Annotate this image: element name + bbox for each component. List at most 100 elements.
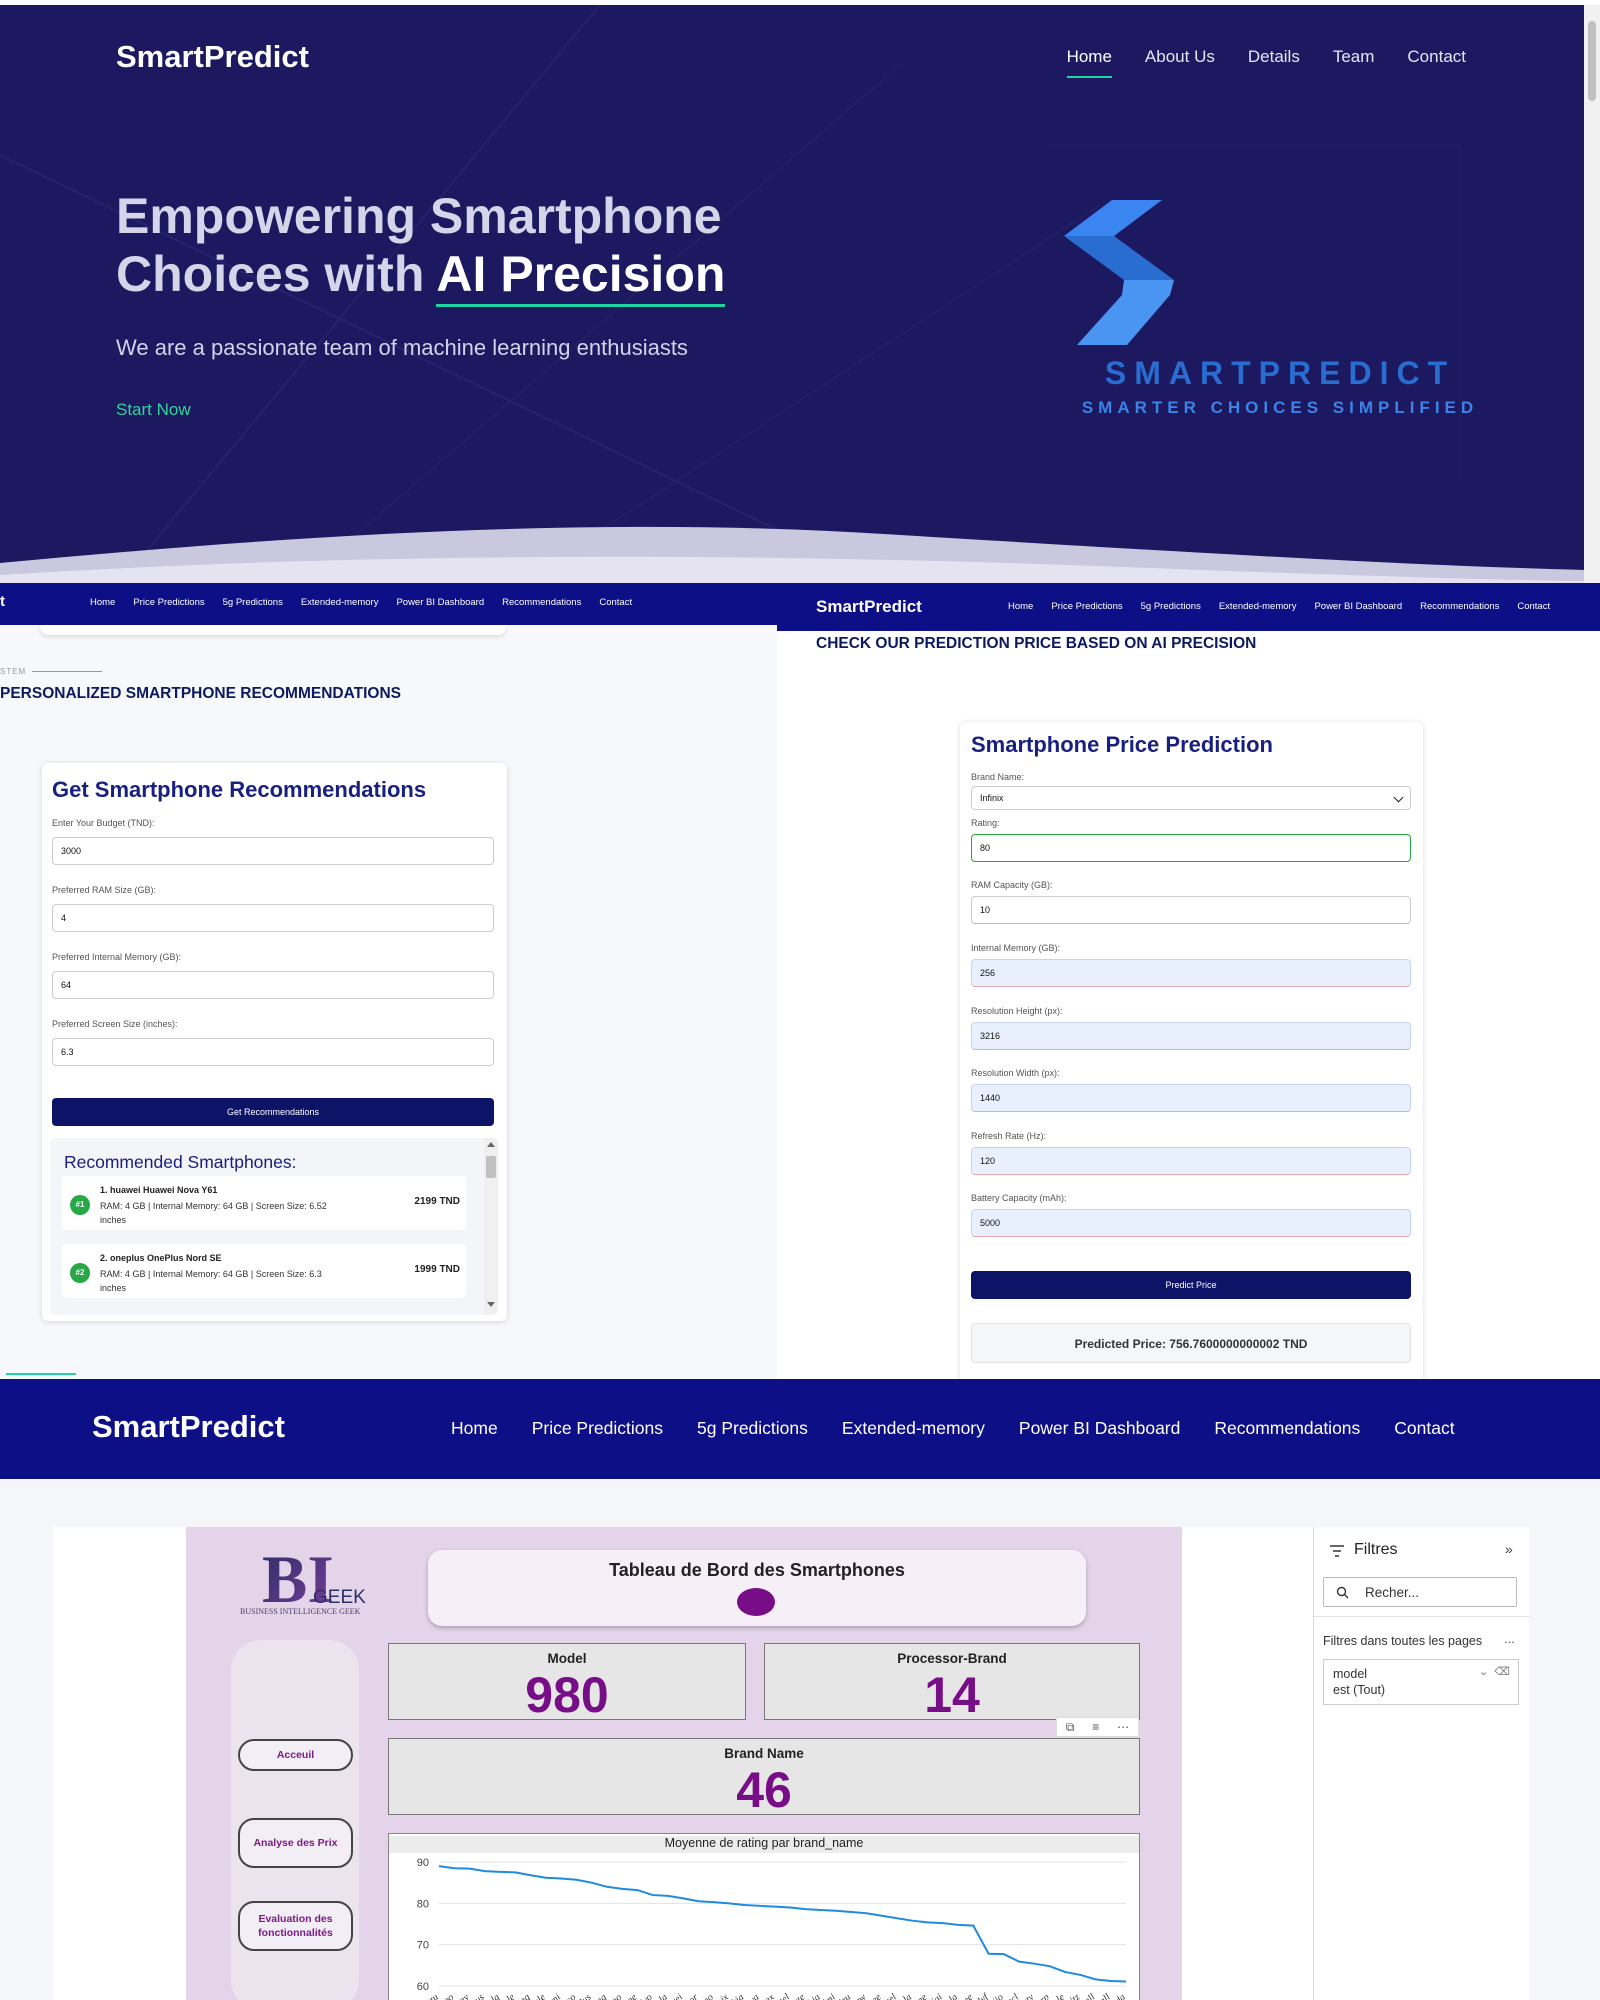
kpi-card-model[interactable]: Model 980 (388, 1643, 746, 1723)
results-scrollbar-thumb[interactable] (486, 1156, 496, 1178)
resolution-width-input[interactable]: 1440 (971, 1084, 1411, 1112)
brand-name-label: Brand Name: (971, 772, 1025, 782)
results-scrollbar[interactable] (484, 1138, 498, 1315)
collapse-chevron-icon[interactable]: » (1505, 1541, 1513, 1557)
nav-contact[interactable]: Contact (599, 597, 632, 608)
kpi-card-processor-brand[interactable]: Processor-Brand 14 (764, 1643, 1140, 1723)
filter-card-model[interactable]: model est (Tout) ⌄ ⌫ (1323, 1659, 1519, 1705)
results-title: Recommended Smartphones: (64, 1152, 297, 1172)
chart-title: Moyenne de rating par brand_name (389, 1836, 1139, 1853)
ram-label: Preferred RAM Size (GB): (52, 885, 157, 895)
visual-header-toolbar: ⧉ ≡ ⋯ (1056, 1717, 1139, 1737)
search-placeholder: Recher... (1365, 1585, 1420, 1600)
x-tick-label: lg (489, 1992, 502, 2000)
nav-recommendations[interactable]: Recommendations (502, 597, 581, 608)
rating-input[interactable]: 80 (971, 834, 1411, 862)
y-tick-label: 70 (417, 1940, 429, 1952)
refresh-rate-input[interactable]: 120 (971, 1147, 1411, 1175)
more-options-icon[interactable]: ... (1504, 1631, 1515, 1646)
budget-label: Enter Your Budget (TND): (52, 818, 155, 828)
list-item[interactable]: #2 2. oneplus OnePlus Nord SE RAM: 4 GB … (62, 1244, 466, 1298)
resolution-height-input[interactable]: 3216 (971, 1022, 1411, 1050)
internal-memory-input[interactable]: 256 (971, 959, 1411, 987)
nav-power-bi-dashboard[interactable]: Power BI Dashboard (1019, 1418, 1180, 1439)
kpi-card-brand-name[interactable]: Brand Name 46 (388, 1738, 1140, 1818)
filters-search-input[interactable]: Recher... (1323, 1577, 1517, 1607)
copy-icon[interactable]: ⧉ (1066, 1720, 1075, 1735)
recommendation-results: Recommended Smartphones: #1 1. huawei Hu… (50, 1138, 498, 1315)
nav-price-predictions[interactable]: Price Predictions (133, 597, 204, 608)
nav-extended-memory[interactable]: Extended-memory (301, 597, 379, 608)
nav-extended-memory[interactable]: Extended-memory (842, 1418, 985, 1439)
rating-label: Rating: (971, 818, 1000, 828)
nav-contact[interactable]: Contact (1394, 1418, 1454, 1439)
chevron-down-icon[interactable]: ⌄ (1479, 1666, 1488, 1678)
scroll-up-arrow-icon[interactable] (487, 1142, 495, 1147)
brand-name-value: Infinix (980, 793, 1004, 803)
get-recommendations-button[interactable]: Get Recommendations (52, 1098, 494, 1126)
predict-price-button[interactable]: Predict Price (971, 1271, 1411, 1299)
brand-logo[interactable]: SmartPredict (816, 597, 922, 617)
filter-field-name: model (1333, 1667, 1368, 1681)
screen-size-input[interactable]: 6.3 (52, 1038, 494, 1066)
dashboard-title-box: Tableau de Bord des Smartphones (428, 1550, 1086, 1626)
nav-price-predictions[interactable]: Price Predictions (1051, 601, 1122, 612)
price-prediction-form-title: Smartphone Price Prediction (971, 732, 1273, 757)
nav-power-bi-dashboard[interactable]: Power BI Dashboard (396, 597, 484, 608)
recommendations-navbar: t Home Price Predictions 5g Predictions … (0, 583, 777, 625)
search-icon (1336, 1586, 1349, 1599)
section-kicker: STEM (0, 667, 27, 676)
brand-name-select[interactable]: Infinix (971, 786, 1411, 810)
kpi-label: Model (547, 1651, 587, 1666)
brand-logo[interactable]: SmartPredict (92, 1409, 285, 1445)
more-options-icon[interactable]: ⋯ (1117, 1720, 1129, 1734)
nav-home[interactable]: Home (1008, 601, 1033, 612)
rating-by-brand-chart[interactable]: Moyenne de rating par brand_name 60 70 80 9… (388, 1833, 1140, 2000)
bi-geek-subtitle: BUSINESS INTELLIGENCE GEEK (240, 1607, 361, 1616)
section-divider (6, 1373, 76, 1375)
nav-extended-memory[interactable]: Extended-memory (1219, 601, 1297, 612)
analyse-prix-button[interactable]: Analyse des Prix (238, 1818, 353, 1868)
nav-power-bi-dashboard[interactable]: Power BI Dashboard (1314, 601, 1402, 612)
nav-recommendations[interactable]: Recommendations (1214, 1418, 1360, 1439)
resolution-height-label: Resolution Height (px): (971, 1006, 1063, 1016)
page-scrollbar[interactable] (1584, 5, 1600, 583)
recommendation-form-title: Get Smartphone Recommendations (52, 777, 427, 802)
kpi-label: Processor-Brand (897, 1651, 1007, 1666)
budget-input[interactable]: 3000 (52, 837, 494, 865)
nav-5g-predictions[interactable]: 5g Predictions (223, 597, 283, 608)
nav-contact[interactable]: Contact (1517, 601, 1550, 612)
x-tick-label: itel (775, 1992, 792, 2000)
internal-memory-label: Preferred Internal Memory (GB): (52, 952, 182, 962)
page-root: SmartPredict Home About Us Details Team … (0, 0, 1600, 2000)
kpi-value: 980 (525, 1667, 609, 1723)
filter-icon[interactable]: ≡ (1092, 1720, 1099, 1734)
previous-card-edge (40, 625, 506, 635)
phone-price: 1999 TND (414, 1264, 460, 1275)
eraser-icon[interactable]: ⌫ (1494, 1666, 1510, 1678)
nav-5g-predictions[interactable]: 5g Predictions (697, 1418, 808, 1439)
nav-recommendations[interactable]: Recommendations (1420, 601, 1499, 612)
internal-memory-input[interactable]: 64 (52, 971, 494, 999)
chevron-down-icon (1393, 792, 1404, 803)
price-prediction-navbar: SmartPredict Home Price Predictions 5g P… (777, 583, 1600, 631)
brand-fragment[interactable]: t (0, 593, 5, 610)
phone-spec: RAM: 4 GB | Internal Memory: 64 GB | Scr… (100, 1269, 322, 1293)
scrollbar-thumb[interactable] (1588, 21, 1596, 101)
ram-input[interactable]: 4 (52, 904, 494, 932)
scroll-down-arrow-icon[interactable] (487, 1302, 495, 1307)
nav-home[interactable]: Home (90, 597, 115, 608)
list-item[interactable]: #1 1. huawei Huawei Nova Y61 RAM: 4 GB |… (62, 1176, 466, 1230)
refresh-rate-label: Refresh Rate (Hz): (971, 1131, 1047, 1141)
resolution-width-label: Resolution Width (px): (971, 1068, 1060, 1078)
acceuil-button[interactable]: Acceuil (238, 1739, 353, 1771)
ram-capacity-input[interactable]: 10 (971, 896, 1411, 924)
filter-field-value: est (Tout) (1333, 1683, 1386, 1697)
battery-capacity-input[interactable]: 5000 (971, 1209, 1411, 1237)
nav-5g-predictions[interactable]: 5g Predictions (1141, 601, 1201, 612)
recommendations-nav-links: Home Price Predictions 5g Predictions Ex… (90, 597, 632, 608)
nav-home[interactable]: Home (451, 1418, 498, 1439)
rank-badge: #2 (70, 1263, 90, 1283)
nav-price-predictions[interactable]: Price Predictions (532, 1418, 663, 1439)
evaluation-fonctionnalites-button[interactable]: Evaluation des fonctionnalités (238, 1901, 353, 1951)
